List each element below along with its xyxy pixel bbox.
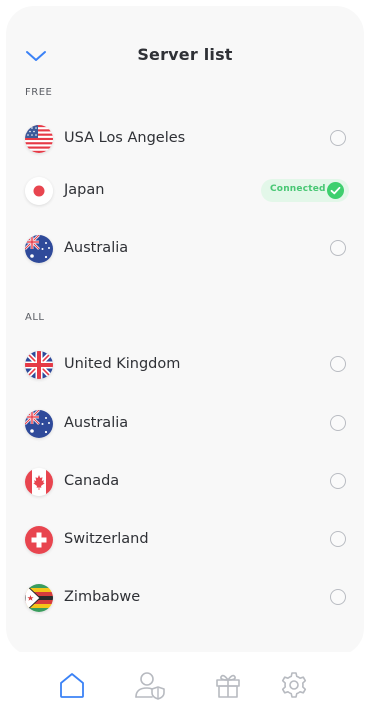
- uk-flag-icon: [25, 351, 53, 379]
- server-name: Canada: [64, 473, 120, 489]
- server-row-australia[interactable]: Australia: [6, 402, 364, 448]
- header: Server list: [0, 0, 370, 90]
- zimbabwe-flag-icon: [25, 584, 53, 612]
- connected-badge: Connected: [261, 179, 349, 202]
- canada-flag-icon: [25, 468, 53, 496]
- switzerland-flag-icon: [25, 526, 53, 554]
- home-icon: [60, 673, 84, 698]
- server-name: Japan: [64, 182, 105, 198]
- usa-flag-icon: [25, 125, 53, 153]
- tab-gift[interactable]: [212, 669, 244, 701]
- user-shield-icon: [135, 672, 165, 700]
- server-row-japan[interactable]: Japan Connected: [6, 169, 364, 215]
- page-title: Server list: [137, 45, 233, 64]
- server-row-canada[interactable]: Canada: [6, 460, 364, 506]
- select-radio[interactable]: [330, 240, 346, 256]
- section-label-all: ALL: [25, 312, 45, 323]
- check-icon: [327, 182, 344, 199]
- select-radio[interactable]: [330, 356, 346, 372]
- server-row-switzerland[interactable]: Switzerland: [6, 518, 364, 564]
- connected-label: Connected: [270, 184, 326, 194]
- tab-home[interactable]: [56, 669, 88, 701]
- select-radio[interactable]: [330, 589, 346, 605]
- server-row-usa-los-angeles[interactable]: USA Los Angeles: [6, 117, 364, 163]
- section-label-free: FREE: [25, 87, 53, 98]
- server-row-zimbabwe[interactable]: Zimbabwe: [6, 576, 364, 622]
- australia-flag-icon: [25, 235, 53, 263]
- server-name: Zimbabwe: [64, 589, 141, 605]
- japan-flag-icon: [25, 177, 53, 205]
- server-row-united-kingdom[interactable]: United Kingdom: [6, 343, 364, 389]
- server-name: Australia: [64, 240, 129, 256]
- server-name: Australia: [64, 415, 129, 431]
- settings-icon: [281, 672, 307, 698]
- server-name: United Kingdom: [64, 356, 181, 372]
- select-radio[interactable]: [330, 130, 346, 146]
- select-radio[interactable]: [330, 415, 346, 431]
- server-name: Switzerland: [64, 531, 149, 547]
- select-radio[interactable]: [330, 531, 346, 547]
- tab-account[interactable]: [134, 669, 166, 701]
- gift-icon: [216, 674, 240, 698]
- tab-settings[interactable]: [278, 669, 310, 701]
- australia-flag-icon: [25, 410, 53, 438]
- bottom-tab-bar: [0, 652, 370, 721]
- server-row-australia-free[interactable]: Australia: [6, 227, 364, 273]
- select-radio[interactable]: [330, 473, 346, 489]
- server-name: USA Los Angeles: [64, 130, 186, 146]
